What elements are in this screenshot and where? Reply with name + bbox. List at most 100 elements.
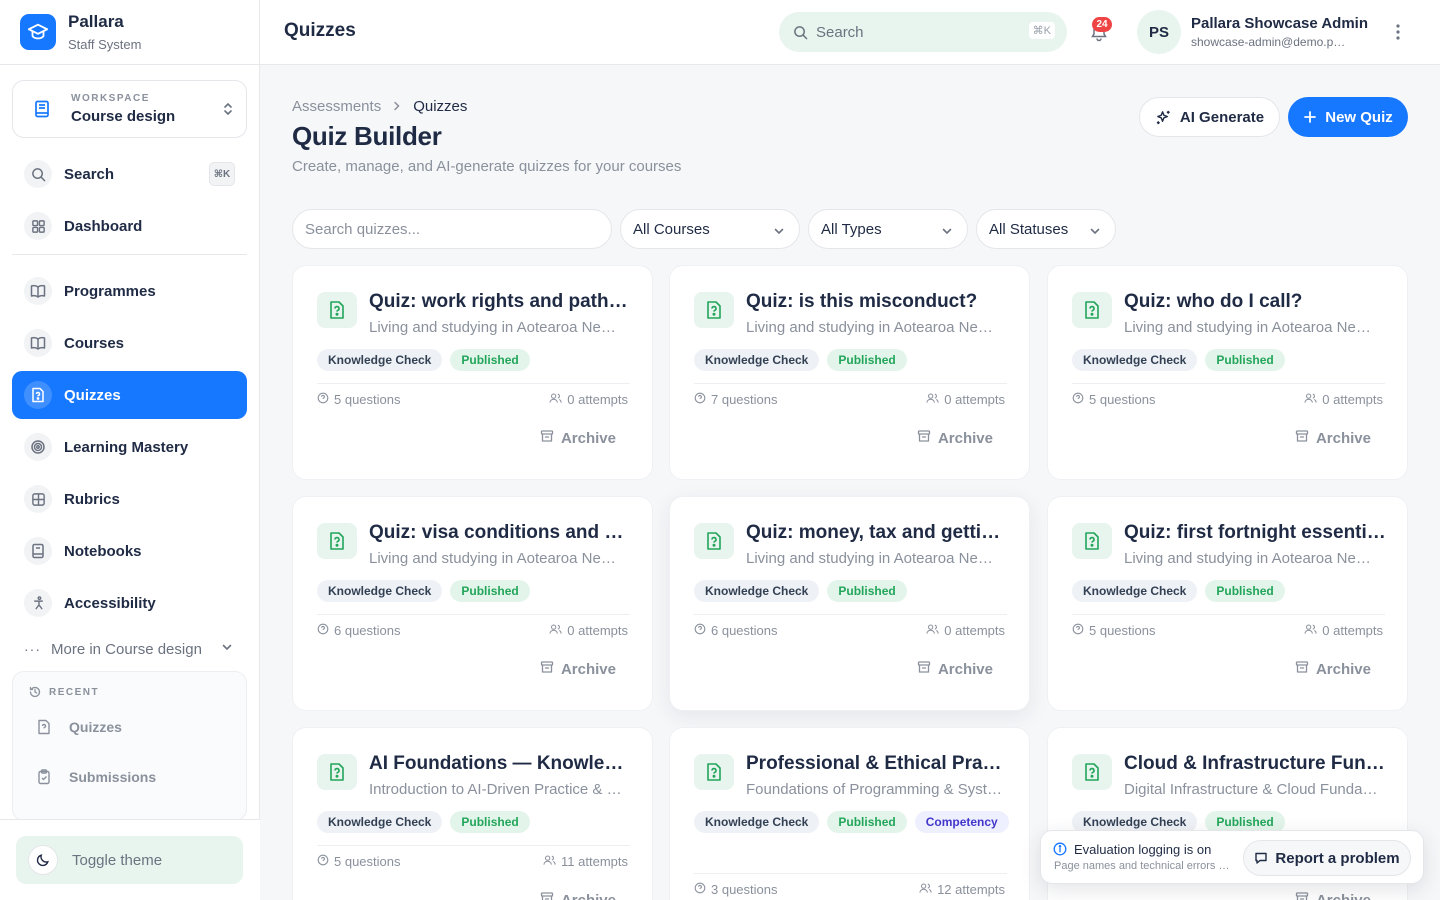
quiz-card[interactable]: AI Foundations — Knowledge Check Introduc… [292,727,653,900]
quiz-course: Living and studying in Aotearoa New Zeal… [746,550,1002,567]
more-label: More in Course design [51,640,202,658]
top-bar: Quizzes Search ⌘K 24 PS Pallara Showcase… [260,0,1440,65]
new-quiz-button[interactable]: New Quiz [1288,97,1408,137]
sidebar-item-courses[interactable]: Courses [12,319,247,367]
competency-badge: Competency [914,811,1009,833]
brand: Pallara Staff System [0,0,259,65]
status-badge: Published [827,349,907,371]
quiz-card[interactable]: Quiz: visa conditions and work rights Liv… [292,496,653,711]
users-icon [549,392,567,407]
chevron-right-icon [393,99,401,114]
quiz-card[interactable]: Quiz: first fortnight essentials Living a… [1047,496,1408,711]
quiz-title[interactable]: Quiz: is this misconduct? [746,291,1008,313]
quiz-card[interactable]: Quiz: who do I call? Living and studying … [1047,265,1408,480]
sidebar-item-label: Notebooks [64,542,142,560]
quiz-title[interactable]: Quiz: visa conditions and work rights [369,522,631,544]
quiz-course: Living and studying in Aotearoa New Zeal… [369,550,625,567]
new-quiz-label: New Quiz [1325,108,1393,126]
sidebar-search[interactable]: Search ⌘K [12,150,247,198]
quiz-title[interactable]: Quiz: who do I call? [1124,291,1386,313]
quiz-file-icon [317,523,357,559]
quiz-title[interactable]: Quiz: work rights and pathways [369,291,631,313]
avatar[interactable]: PS [1137,10,1181,54]
quiz-tags: Knowledge Check Published Competency [694,811,1014,833]
course-filter-value: All Courses [633,220,710,238]
status-filter-select[interactable]: All Statuses [976,209,1116,249]
archive-icon [1295,429,1316,447]
archive-button[interactable]: Archive [917,429,993,447]
recent-item-submissions[interactable]: Submissions [37,769,156,785]
question-count: 5 questions [1072,623,1156,638]
sidebar-item-programmes[interactable]: Programmes [12,267,247,315]
attempt-count-label: 0 attempts [944,392,1005,407]
toggle-theme-button[interactable]: Toggle theme [16,836,243,884]
users-icon [1304,392,1322,407]
sidebar-item-accessibility[interactable]: Accessibility [12,579,247,627]
archive-button[interactable]: Archive [540,660,616,678]
archive-icon [540,891,561,900]
question-count-label: 5 questions [1089,623,1156,638]
quiz-tags: Knowledge Check Published [1072,580,1392,602]
quiz-card[interactable]: Quiz: money, tax and getting paid Living … [669,496,1030,711]
shortcut-hint: ⌘K [209,162,235,186]
brand-name: Pallara [68,12,124,31]
archive-button[interactable]: Archive [1295,429,1371,447]
sidebar-item-learning-mastery[interactable]: Learning Mastery [12,423,247,471]
quiz-title[interactable]: Professional & Ethical Practice Quiz [746,753,1008,775]
workspace-switcher[interactable]: WORKSPACE Course design [12,80,247,138]
archive-button[interactable]: Archive [1295,660,1371,678]
archive-button[interactable]: Archive [540,429,616,447]
sidebar-item-label: Courses [64,334,125,352]
archive-button[interactable]: Archive [917,660,993,678]
recent-item-quizzes[interactable]: Quizzes [37,719,122,735]
more-in-workspace[interactable]: ··· More in Course design [24,638,239,660]
archive-icon [540,429,561,447]
quiz-title[interactable]: Cloud & Infrastructure Fundamentals [1124,753,1386,775]
question-count-label: 5 questions [334,854,401,869]
archive-button[interactable]: Archive [1295,891,1371,900]
chevron-down-icon [1090,228,1100,235]
quiz-search-input[interactable] [292,209,612,249]
evaluation-logging-notice: Evaluation logging is on Page names and … [1040,830,1424,884]
quiz-card[interactable]: Quiz: is this misconduct? Living and stud… [669,265,1030,480]
notice-title: Evaluation logging is on [1074,842,1212,857]
attempt-count-label: 0 attempts [567,623,628,638]
quiz-title[interactable]: Quiz: first fortnight essentials [1124,522,1386,544]
report-problem-button[interactable]: Report a problem [1243,840,1411,876]
archive-label: Archive [1315,429,1371,447]
question-count-label: 5 questions [1089,392,1156,407]
help-circle-icon [694,882,711,897]
quiz-title[interactable]: AI Foundations — Knowledge Check [369,753,631,775]
card-divider [317,383,630,384]
help-circle-icon [1072,392,1089,407]
question-count-label: 3 questions [711,882,778,897]
course-filter-select[interactable]: All Courses [620,209,800,249]
help-circle-icon [694,392,711,407]
sidebar-item-notebooks[interactable]: Notebooks [12,527,247,575]
sidebar-item-dashboard[interactable]: Dashboard [12,202,247,250]
user-email: showcase-admin@demo.pallara.com [1191,35,1351,49]
quiz-type-badge: Knowledge Check [694,811,820,833]
ai-generate-button[interactable]: AI Generate [1139,97,1280,137]
user-menu-button[interactable] [1390,22,1406,47]
target-icon [24,433,52,461]
grid-icon [24,212,52,240]
message-square-icon [1255,852,1268,864]
attempt-count: 0 attempts [1304,623,1383,638]
archive-label: Archive [560,429,616,447]
quiz-card[interactable]: Quiz: work rights and pathways Living and… [292,265,653,480]
report-problem-label: Report a problem [1275,849,1400,867]
status-badge: Published [1205,349,1285,371]
breadcrumb-link[interactable]: Assessments [292,98,381,115]
archive-button[interactable]: Archive [540,891,616,900]
shortcut-hint: ⌘K [1028,22,1055,39]
type-filter-select[interactable]: All Types [808,209,968,249]
global-search[interactable]: Search ⌘K [779,12,1067,52]
notebook-icon [31,98,53,120]
quiz-title[interactable]: Quiz: money, tax and getting paid [746,522,1008,544]
sidebar-item-rubrics[interactable]: Rubrics [12,475,247,523]
sidebar-item-quizzes[interactable]: Quizzes [12,371,247,419]
notice-description: Page names and technical errors are reco… [1054,860,1230,872]
quiz-card[interactable]: Professional & Ethical Practice Quiz Foun… [669,727,1030,900]
users-icon [919,882,937,897]
